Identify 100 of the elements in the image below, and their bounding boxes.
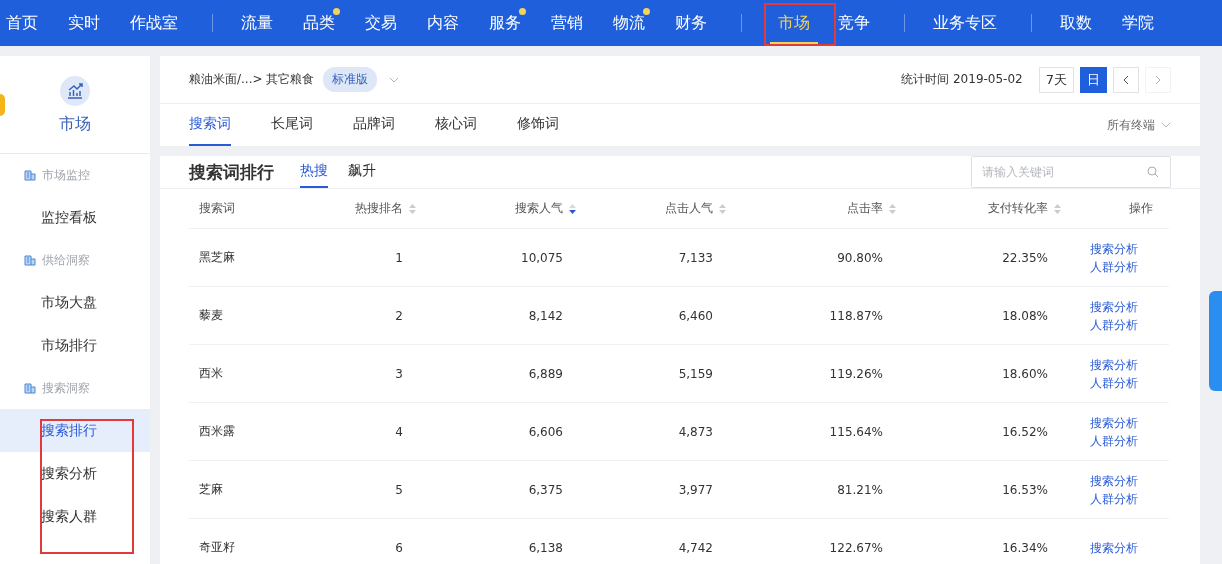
card-title: 搜索词排行 — [189, 160, 274, 184]
category-tab[interactable]: 搜索词 — [189, 104, 231, 146]
column-header: 支付转化率 — [988, 200, 1048, 217]
building-icon — [24, 382, 36, 394]
terminal-dropdown[interactable]: 所有终端 — [1107, 116, 1155, 134]
period-button[interactable]: 日 — [1080, 66, 1107, 93]
action-link[interactable]: 搜索分析 — [1090, 298, 1138, 315]
nav-tab[interactable]: 服务 — [489, 0, 526, 46]
sidebar-item[interactable]: 搜索排行 — [0, 409, 150, 452]
table-cell: 5,159 — [678, 366, 713, 381]
table-cell: 5 — [395, 482, 403, 497]
action-link[interactable]: 人群分析 — [1090, 490, 1138, 507]
sidebar-item[interactable]: 监控看板 — [0, 196, 150, 239]
table-cell: 6 — [395, 540, 403, 555]
column-header: 热搜排名 — [355, 200, 403, 217]
category-tab[interactable]: 修饰词 — [517, 104, 559, 146]
table-cell: 2 — [395, 308, 403, 323]
nav-tab[interactable]: 物流 — [613, 0, 650, 46]
table-cell: 4,742 — [678, 540, 713, 555]
nav-tab[interactable]: 作战室 — [130, 0, 178, 46]
sidebar-section-title: 市场监控 — [42, 166, 90, 184]
table-cell: 8,142 — [528, 308, 563, 323]
column-header: 点击率 — [847, 200, 883, 217]
table-cell: 18.08% — [1002, 308, 1048, 323]
table-cell: 西米 — [199, 365, 223, 382]
floating-tab[interactable] — [0, 94, 5, 116]
nav-tab[interactable]: 业务专区 — [933, 0, 997, 46]
table-cell: 16.52% — [1002, 424, 1048, 439]
category-tab[interactable]: 品牌词 — [353, 104, 395, 146]
nav-tab[interactable]: 内容 — [427, 0, 459, 46]
nav-tab[interactable]: 交易 — [365, 0, 397, 46]
period-button[interactable]: 7天 — [1038, 66, 1074, 93]
action-link[interactable]: 人群分析 — [1090, 316, 1138, 333]
sidebar-item[interactable]: 市场大盘 — [0, 281, 150, 324]
sidebar-item[interactable]: 搜索分析 — [0, 452, 150, 495]
action-link[interactable]: 人群分析 — [1090, 432, 1138, 449]
table-cell: 16.34% — [1002, 540, 1048, 555]
table-cell: 6,606 — [528, 424, 563, 439]
chart-trend-icon — [60, 76, 90, 106]
previous-button[interactable] — [1113, 66, 1139, 93]
column-header: 搜索词 — [199, 200, 235, 217]
chevron-left-icon — [1123, 74, 1129, 85]
table-cell: 7,133 — [678, 250, 713, 265]
table-cell: 西米露 — [199, 423, 235, 440]
sort-descending-icon[interactable] — [569, 203, 576, 214]
stat-time: 统计时间 2019-05-02 — [901, 71, 1023, 88]
nav-tab[interactable]: 营销 — [551, 0, 583, 46]
sidebar-item[interactable]: 市场排行 — [0, 324, 150, 367]
breadcrumb[interactable]: 粮油米面/...> 其它粮食 — [189, 71, 315, 88]
nav-tab[interactable]: 首页 — [6, 0, 38, 46]
table-cell: 藜麦 — [199, 307, 223, 324]
nav-tab[interactable]: 竞争 — [838, 0, 870, 46]
table-cell: 3,977 — [678, 482, 713, 497]
nav-tab[interactable]: 品类 — [303, 0, 340, 46]
nav-tab[interactable]: 实时 — [68, 0, 100, 46]
chevron-down-icon[interactable] — [1161, 122, 1171, 128]
sort-icon[interactable] — [1054, 203, 1061, 214]
column-header: 操作 — [1129, 200, 1153, 217]
sort-icon[interactable] — [889, 203, 896, 214]
table-cell: 81.21% — [837, 482, 883, 497]
keyword-search-field[interactable]: 请输入关键词 — [971, 156, 1171, 188]
dropdown-chevron-icon[interactable] — [389, 76, 400, 83]
sidebar-item[interactable]: 搜索人群 — [0, 495, 150, 538]
category-tab[interactable]: 核心词 — [435, 104, 477, 146]
table-cell: 118.87% — [829, 308, 883, 323]
chevron-right-icon — [1155, 74, 1161, 85]
table-cell: 22.35% — [1002, 250, 1048, 265]
ranking-tab[interactable]: 热搜 — [300, 156, 328, 188]
table-cell: 115.64% — [829, 424, 883, 439]
action-link[interactable]: 人群分析 — [1090, 258, 1138, 275]
nav-tab[interactable]: 流量 — [241, 0, 273, 46]
search-icon[interactable] — [1147, 166, 1159, 178]
nav-tab[interactable]: 学院 — [1122, 0, 1154, 46]
table-cell: 90.80% — [837, 250, 883, 265]
table-cell: 1 — [395, 250, 403, 265]
table-cell: 6,375 — [528, 482, 563, 497]
nav-tab[interactable]: 市场 — [770, 0, 818, 46]
table-cell: 3 — [395, 366, 403, 381]
sidebar-section-title: 搜索洞察 — [42, 379, 90, 397]
table-cell: 4,873 — [678, 424, 713, 439]
floating-panel[interactable] — [1209, 291, 1222, 391]
ranking-tab[interactable]: 飙升 — [348, 156, 376, 188]
sidebar-section-title: 供给洞察 — [42, 251, 90, 269]
action-link[interactable]: 搜索分析 — [1090, 539, 1138, 556]
action-link[interactable]: 搜索分析 — [1090, 472, 1138, 489]
column-header: 搜索人气 — [515, 200, 563, 217]
sort-icon[interactable] — [719, 203, 726, 214]
action-link[interactable]: 搜索分析 — [1090, 240, 1138, 257]
action-link[interactable]: 人群分析 — [1090, 374, 1138, 391]
action-link[interactable]: 搜索分析 — [1090, 414, 1138, 431]
action-link[interactable]: 搜索分析 — [1090, 356, 1138, 373]
sort-icon[interactable] — [409, 203, 416, 214]
edition-badge: 标准版 — [323, 67, 378, 92]
nav-tab[interactable]: 财务 — [675, 0, 707, 46]
building-icon — [24, 169, 36, 181]
table-cell: 119.26% — [829, 366, 883, 381]
table-cell: 6,138 — [528, 540, 563, 555]
nav-tab[interactable]: 取数 — [1060, 0, 1092, 46]
sidebar-title: 市场 — [59, 114, 91, 135]
category-tab[interactable]: 长尾词 — [271, 104, 313, 146]
